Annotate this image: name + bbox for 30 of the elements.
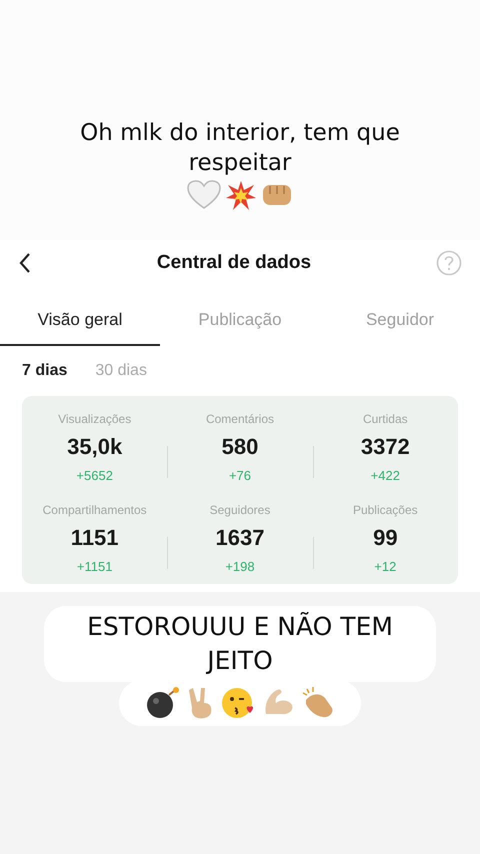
metric-label: Seguidores (210, 503, 270, 517)
caption-text: ESTOROUUU E NÃO TEM JEITO (44, 606, 436, 682)
metric-label: Compartilhamentos (42, 503, 147, 517)
metric-value: 35,0k (67, 434, 122, 460)
metric-label: Publicações (352, 503, 418, 517)
caption-text: Oh mlk do interior, tem que respeitar (79, 119, 401, 178)
metric-change: +422 (370, 468, 400, 483)
tab[interactable]: Visão geral (0, 296, 160, 346)
metric-value: 1151 (70, 525, 119, 551)
tab[interactable]: Publicação (160, 296, 320, 346)
metric-label: Comentários (206, 412, 274, 426)
metric-change: +76 (228, 468, 252, 483)
bomb-icon (145, 686, 181, 720)
heart-icon (187, 180, 221, 210)
metric-value: 580 (222, 434, 258, 460)
back-icon[interactable] (18, 252, 32, 274)
metric-change: +1151 (76, 559, 112, 574)
period-option[interactable]: 7 dias (22, 362, 68, 380)
explosion-icon (225, 180, 257, 212)
metric-value: 3372 (360, 434, 410, 460)
page-title: Central de dados (156, 252, 312, 274)
metric-label: Visualizações (58, 412, 132, 426)
metric-value: 99 (373, 525, 398, 551)
metric-change: +12 (374, 559, 396, 574)
metric-change: +5652 (76, 468, 113, 483)
tab[interactable]: Seguidor (320, 296, 480, 346)
period-option[interactable]: 30 dias (95, 362, 147, 380)
metric-label: Curtidas (362, 412, 408, 426)
metric-value: 1637 (216, 525, 264, 551)
metric-change: +198 (225, 559, 255, 574)
